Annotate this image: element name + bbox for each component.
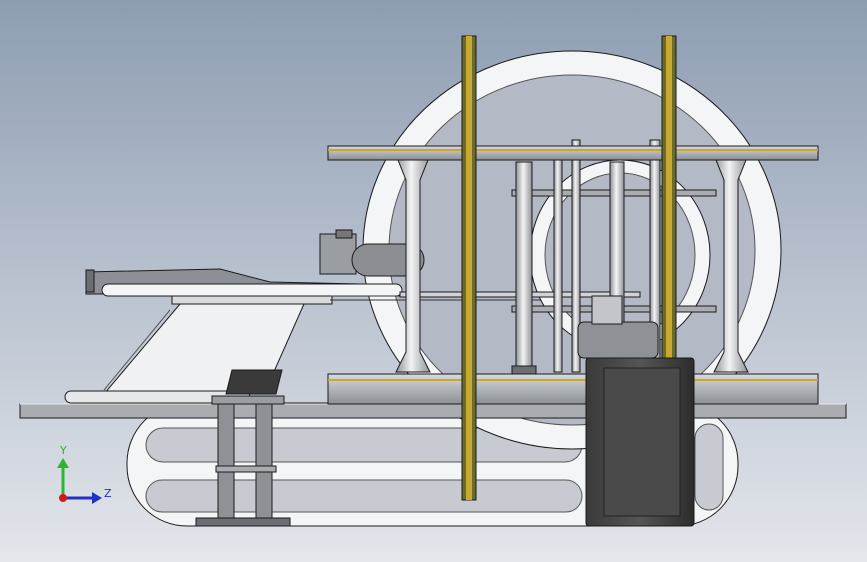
electronics-cabinet[interactable] [585, 357, 695, 527]
y-axis-label: Y [59, 444, 67, 457]
top-plate[interactable] [327, 145, 819, 161]
base-platform[interactable] [19, 403, 847, 419]
cad-viewport[interactable]: Y Z [0, 0, 867, 562]
z-axis-label: Z [104, 487, 112, 500]
x-axis-dot [59, 494, 67, 502]
bottom-plate[interactable] [327, 373, 819, 405]
